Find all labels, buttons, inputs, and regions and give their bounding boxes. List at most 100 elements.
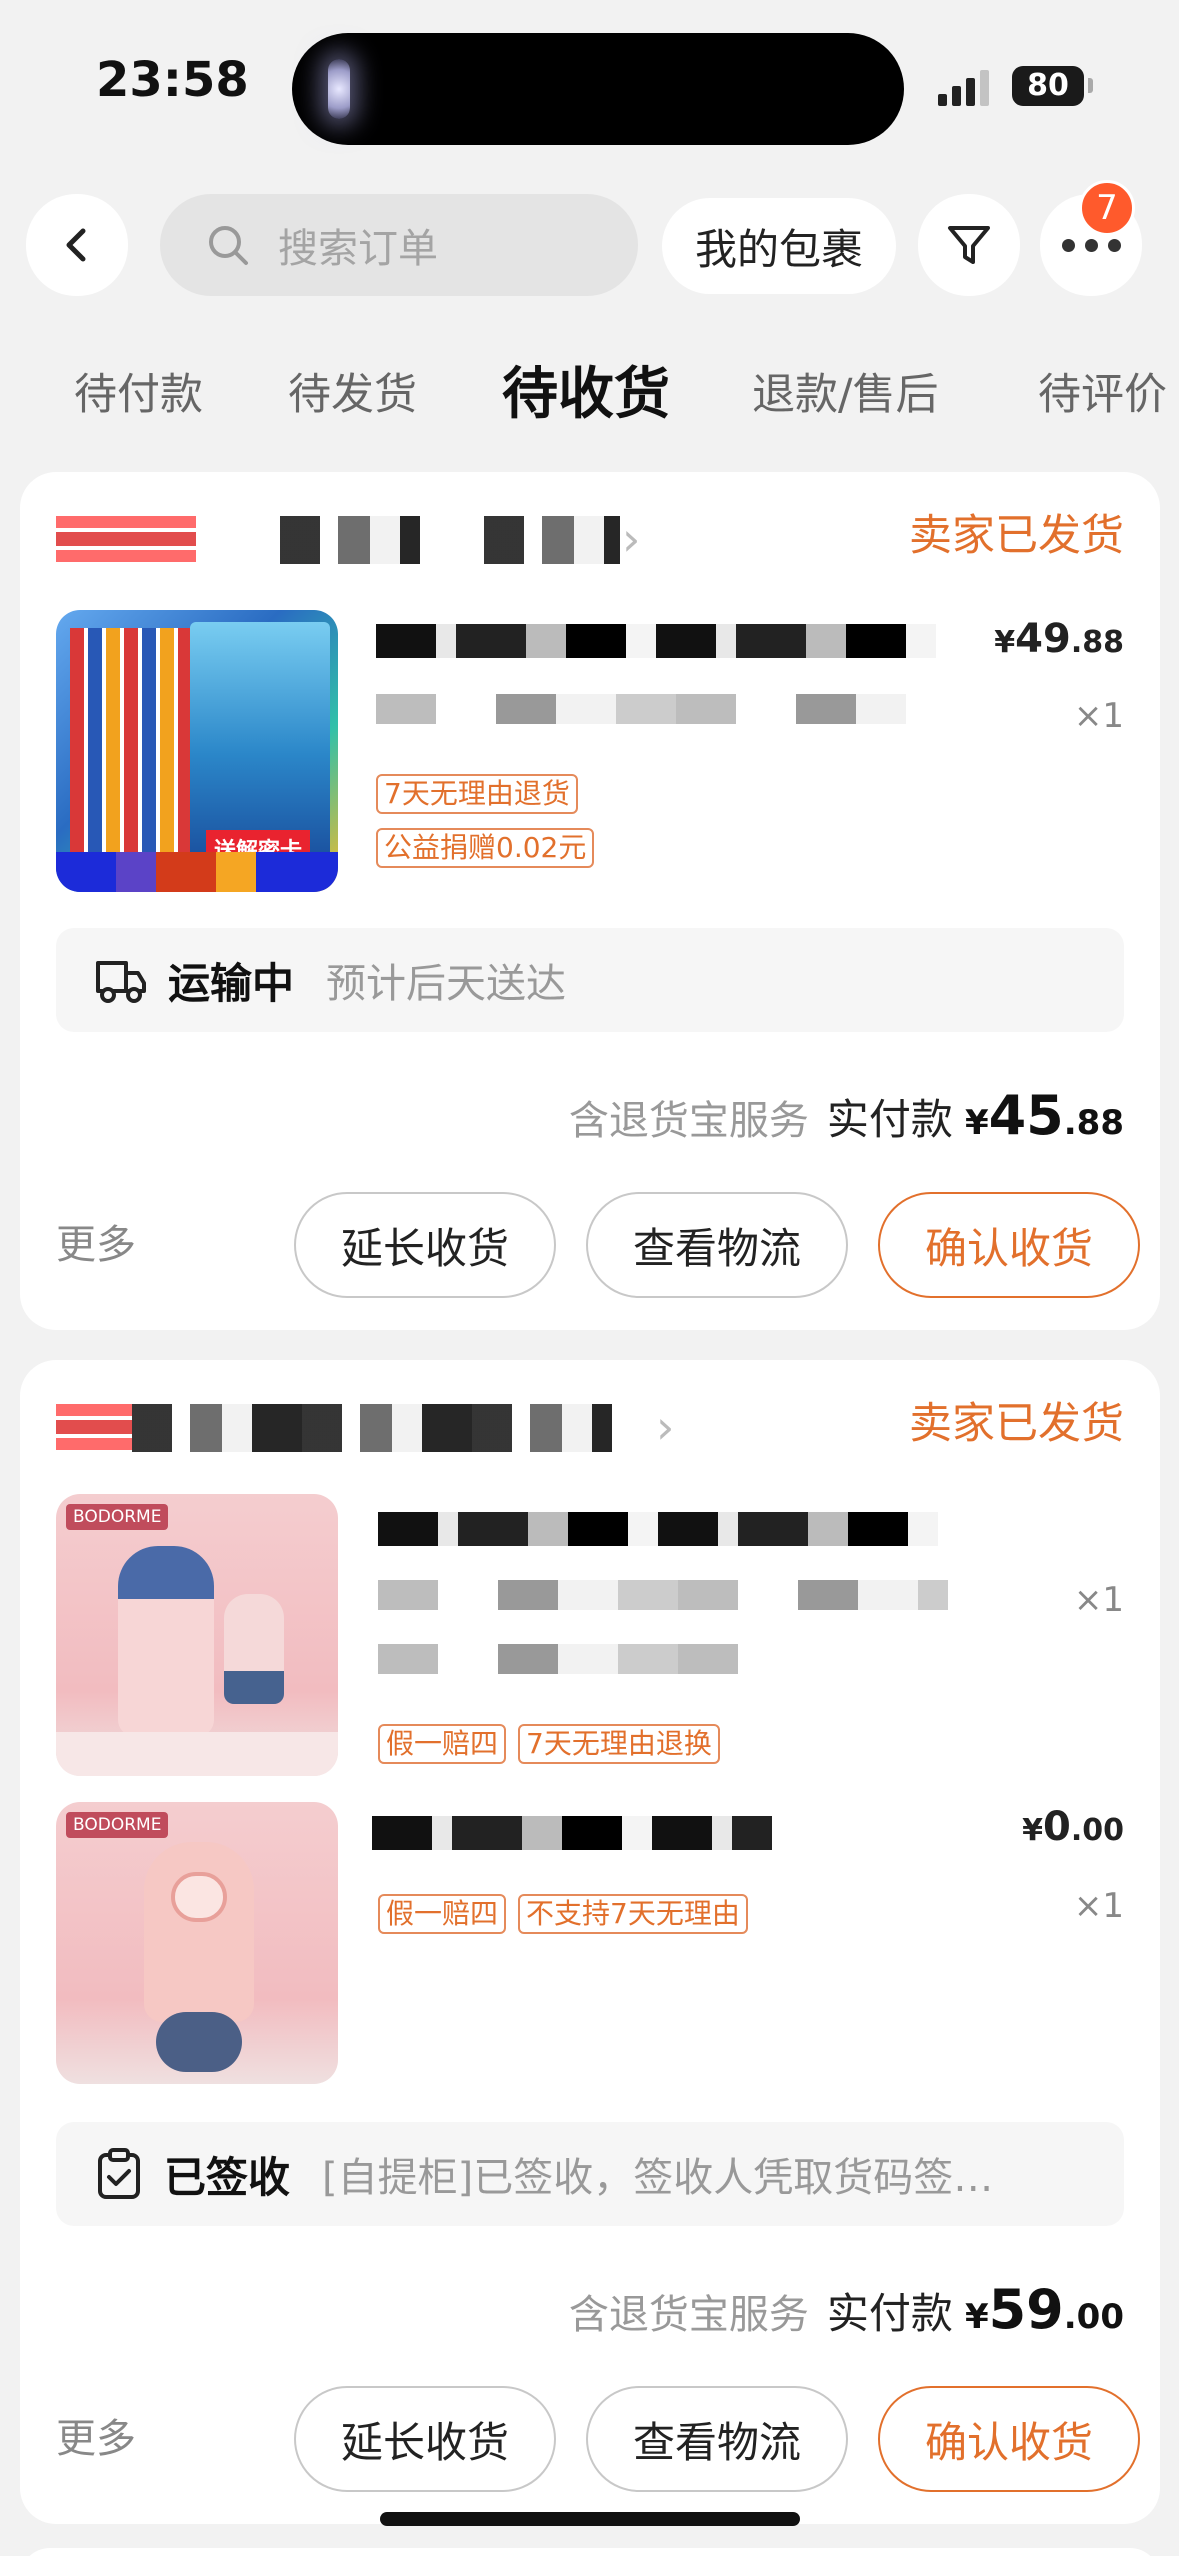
clipboard-check-icon [98,2148,140,2199]
item-quantity: ×1 [1073,1580,1124,1620]
paid-amount-label: 实付款 [826,2289,953,2338]
product-tube-image [224,1594,284,1704]
view-logistics-button[interactable]: 查看物流 [586,1192,848,1298]
search-placeholder: 搜索订单 [278,226,438,272]
product-title-redacted[interactable] [372,1816,772,1850]
store-logo [56,1404,132,1452]
confirm-receipt-button[interactable]: 确认收货 [878,1192,1140,1298]
tab-pending-receipt[interactable]: 待收货 [502,350,670,440]
more-actions-link[interactable]: 更多 [56,2384,136,2494]
order-status-tabs: 待付款 待发货 待收货 退款/售后 待评价 [0,350,1179,440]
chevron-right-icon: › [622,512,641,566]
tab-pending-review[interactable]: 待评价 [1038,350,1167,440]
flashlight-icon [328,59,350,119]
battery-icon: 80 [1012,66,1084,106]
product-pedestal [56,1732,338,1776]
brand-logo: BODORME [66,1504,169,1530]
product-sku-redacted [378,1580,948,1610]
product-title-redacted[interactable] [376,624,936,658]
hand-cream-tube-image [144,1842,254,2022]
chevron-right-icon: › [656,1400,675,1454]
cellular-signal-icon [938,66,989,106]
order-status-label: 卖家已发货 [909,511,1124,561]
service-tag: 公益捐赠0.02元 [376,828,595,868]
extend-receipt-button[interactable]: 延长收货 [294,1192,556,1298]
back-button[interactable] [26,194,128,296]
filter-button[interactable] [918,194,1020,296]
store-name-redacted [280,516,420,564]
order-card: › 卖家已发货 BODORME ×1 假一赔四 7天无理由退换 BODORME … [20,1360,1160,2524]
service-tag: 7天无理由退换 [518,1724,720,1764]
order-actions: 更多 延长收货 查看物流 确认收货 [56,1190,1140,1300]
paid-amount-integer: 45 [988,1084,1064,1147]
more-dots-icon [1061,238,1121,252]
paw-print-image [171,1872,227,1922]
service-tags: 7天无理由退货 公益捐赠0.02元 [376,774,595,868]
currency-symbol: ¥ [964,1103,989,1143]
paid-amount-integer: 59 [988,2278,1064,2341]
item-price: ¥0.00 [1022,1804,1124,1850]
item-price: ¥49.88 [994,616,1124,662]
product-thumbnail[interactable]: 送解密卡 [56,610,338,892]
product-bottle-image [118,1546,214,1736]
payment-summary: 含退货宝服务 实付款 ¥59.00 [569,2278,1124,2341]
filter-icon [948,226,990,264]
my-parcels-button[interactable]: 我的包裹 [662,198,896,294]
logistics-status: 已签收 [164,2152,291,2202]
more-actions-link[interactable]: 更多 [56,1190,136,1300]
currency-symbol: ¥ [964,2297,989,2337]
delivery-truck-icon [96,961,146,1003]
notification-badge: 7 [1079,180,1135,236]
service-tag: 不支持7天无理由 [518,1894,748,1934]
payment-summary: 含退货宝服务 实付款 ¥45.88 [569,1084,1124,1147]
extend-receipt-button[interactable]: 延长收货 [294,2386,556,2492]
logistics-detail: [自提柜]已签收，签收人凭取货码签… [322,2155,994,2201]
brand-logo: BODORME [66,1812,169,1838]
tab-pending-payment[interactable]: 待付款 [74,350,203,440]
store-name-redacted [484,516,620,564]
return-insurance-label: 含退货宝服务 [568,2292,809,2338]
order-actions: 更多 延长收货 查看物流 确认收货 [56,2384,1140,2494]
store-name-redacted [132,1404,612,1452]
service-tags: 假一赔四 7天无理由退换 [378,1724,720,1764]
service-tag: 假一赔四 [378,1724,507,1764]
dynamic-island [292,33,904,145]
item-quantity: ×1 [1073,1886,1124,1926]
product-cap-image [156,2012,242,2072]
tab-pending-shipment[interactable]: 待发货 [288,350,417,440]
search-input[interactable]: 搜索订单 [160,194,638,296]
home-indicator[interactable] [380,2512,800,2526]
service-tag: 7天无理由退货 [376,774,578,814]
image-strip [56,852,338,892]
logistics-bar[interactable]: 已签收 [自提柜]已签收，签收人凭取货码签… [56,2122,1124,2226]
order-status-label: 卖家已发货 [909,1399,1124,1449]
tab-refund-aftersale[interactable]: 退款/售后 [752,350,939,440]
confirm-receipt-button[interactable]: 确认收货 [878,2386,1140,2492]
order-card: › 卖家已发货 送解密卡 ¥49.88 ×1 7天无理由退货 公益捐赠0.02元… [20,472,1160,1330]
product-thumbnail[interactable]: BODORME [56,1802,338,2084]
paid-amount-label: 实付款 [826,1095,953,1144]
paid-amount-decimal: .88 [1063,1103,1124,1143]
store-row[interactable]: › 卖家已发货 [56,496,1124,576]
book-cover-image [190,622,330,862]
store-row[interactable]: › 卖家已发货 [56,1384,1124,1464]
order-card-partial [20,2548,1160,2556]
logistics-status: 运输中 [168,958,295,1008]
battery-tip [1088,78,1093,93]
service-tags: 假一赔四 不支持7天无理由 [378,1894,748,1934]
product-thumbnail[interactable]: BODORME [56,1494,338,1776]
product-sku-redacted [376,694,906,724]
service-tag: 假一赔四 [378,1894,507,1934]
product-sku-redacted [378,1644,748,1674]
book-spines-image [70,628,190,868]
paid-amount-decimal: .00 [1063,2297,1124,2337]
chevron-left-icon [66,228,86,262]
store-logo [56,516,196,564]
logistics-detail: 预计后天送达 [326,961,567,1007]
status-time: 23:58 [96,52,249,108]
return-insurance-label: 含退货宝服务 [568,1098,809,1144]
view-logistics-button[interactable]: 查看物流 [586,2386,848,2492]
product-title-redacted[interactable] [378,1512,938,1546]
logistics-bar[interactable]: 运输中 预计后天送达 [56,928,1124,1032]
search-icon [209,226,248,265]
